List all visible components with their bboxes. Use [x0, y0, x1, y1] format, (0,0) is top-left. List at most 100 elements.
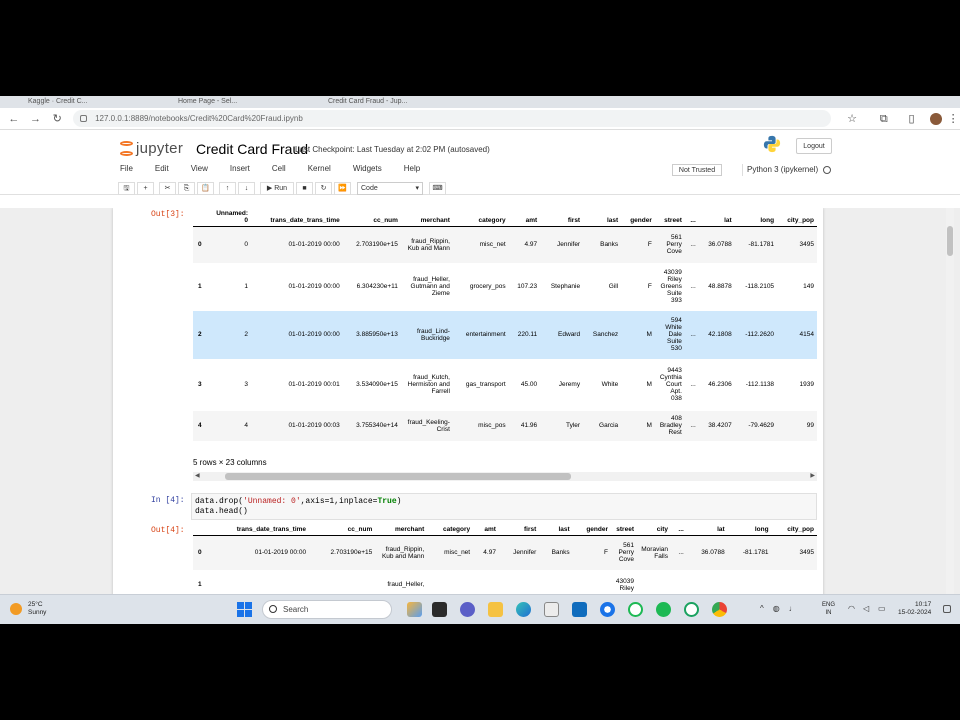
menu-icon[interactable]: ⋮ — [946, 112, 960, 126]
tray-app-icon[interactable]: ◍ — [773, 604, 780, 613]
store-app-icon[interactable] — [544, 602, 559, 617]
command-palette-button[interactable]: ⌨ — [429, 181, 446, 195]
menu-edit[interactable]: Edit — [155, 162, 169, 176]
language-indicator[interactable]: ENG IN — [822, 601, 835, 617]
menu-view[interactable]: View — [191, 162, 208, 176]
paste-cell-button[interactable]: 📋 — [197, 181, 214, 195]
move-down-button[interactable]: ↓ — [238, 181, 255, 195]
horizontal-scrollbar[interactable]: ◀ ▶ — [193, 472, 817, 481]
cell-type-select[interactable]: Code — [357, 181, 423, 195]
column-header: long — [734, 208, 778, 227]
notebook-page: Out[3]: Unnamed: 0 trans_date_trans_time… — [113, 208, 823, 621]
column-header: trans_date_trans_time — [251, 208, 343, 227]
menu-insert[interactable]: Insert — [230, 162, 250, 176]
notification-icon[interactable] — [943, 605, 951, 613]
notebook-title[interactable]: Credit Card Fraud — [196, 141, 308, 157]
python-logo-icon — [763, 135, 781, 153]
table-row: 3 3 01-01-2019 00:01 3.534090e+15 fraud_Kut… — [198, 367, 814, 402]
battery-icon[interactable]: ▭ — [878, 604, 886, 613]
scroll-left-icon[interactable]: ◀ — [195, 472, 200, 481]
table-header-row: trans_date_trans_time cc_num merchant ca… — [193, 524, 817, 536]
menu-file[interactable]: File — [120, 162, 133, 176]
edge-browser-icon[interactable] — [516, 602, 531, 617]
notebook-area[interactable]: Out[3]: Unnamed: 0 trans_date_trans_time… — [0, 208, 960, 621]
vertical-scrollbar[interactable] — [946, 208, 954, 621]
app-icon[interactable] — [600, 602, 615, 617]
copy-cell-button[interactable]: ⎘ — [178, 181, 195, 195]
browser-window: Kaggle · Credit C... Home Page - Sel... … — [0, 96, 960, 621]
forward-icon[interactable]: → — [28, 111, 44, 127]
weather-widget[interactable]: 25°C Sunny — [10, 601, 46, 617]
spotify-icon[interactable] — [656, 602, 671, 617]
column-header: city — [637, 524, 671, 536]
column-header: category — [452, 208, 509, 227]
column-header: ... — [671, 524, 687, 536]
code-line-2: data.head() — [195, 507, 248, 516]
reload-icon[interactable]: ↻ — [49, 111, 65, 127]
insert-cell-button[interactable]: + — [137, 181, 154, 195]
save-button[interactable]: 🖫 — [118, 181, 135, 195]
chrome-browser-icon[interactable] — [712, 602, 727, 617]
dataframe-shape-note: 5 rows × 23 columns — [193, 458, 267, 467]
menu-widgets[interactable]: Widgets — [353, 162, 382, 176]
menu-cell[interactable]: Cell — [272, 162, 286, 176]
url-field[interactable]: 127.0.0.1:8889/notebooks/Credit%20Card%2… — [73, 110, 832, 127]
scrollbar-thumb[interactable] — [225, 473, 571, 480]
back-icon[interactable]: ← — [6, 111, 22, 127]
scrollbar-thumb[interactable] — [947, 226, 953, 256]
sidepanel-icon[interactable]: ▯ — [905, 112, 919, 126]
profile-avatar[interactable] — [930, 112, 943, 125]
index-header — [193, 524, 205, 536]
column-header: first — [540, 208, 584, 227]
code-line-1: data.drop('Unnamed: 0',axis=1,inplace=Tr… — [195, 497, 402, 506]
trust-button[interactable]: Not Trusted — [672, 164, 722, 176]
logout-button[interactable]: Logout — [796, 138, 832, 154]
column-header: amt — [508, 208, 541, 227]
search-icon — [269, 605, 277, 613]
table-row: 0 0 01-01-2019 00:00 2.703190e+15 fraud_Rip… — [193, 226, 817, 263]
kernel-status-icon — [823, 166, 831, 174]
browser-tab-home[interactable]: Home Page - Sel... — [170, 96, 300, 108]
restart-run-all-button[interactable]: ⏩ — [334, 181, 351, 195]
task-view-icon[interactable] — [432, 602, 447, 617]
column-header: ... — [684, 208, 699, 227]
interrupt-kernel-button[interactable]: ■ — [296, 181, 313, 195]
column-header: category — [427, 524, 474, 536]
mail-app-icon[interactable] — [572, 602, 587, 617]
browser-tab-kaggle[interactable]: Kaggle · Credit C... — [20, 96, 150, 108]
code-cell-input[interactable]: data.drop('Unnamed: 0',axis=1,inplace=Tr… — [191, 493, 817, 520]
wifi-icon[interactable]: ◠ — [848, 604, 855, 613]
jupyter-header: jupyter Credit Card Fraud Last Checkpoin… — [0, 130, 960, 195]
restart-kernel-button[interactable]: ↻ — [315, 181, 332, 195]
menu-kernel[interactable]: Kernel — [308, 162, 331, 176]
move-up-button[interactable]: ↑ — [219, 181, 236, 195]
cut-cell-button[interactable]: ✂ — [159, 181, 176, 195]
table-row: 1 1 01-01-2019 00:00 6.304230e+11 fraud_Hel… — [198, 269, 814, 304]
volume-icon[interactable]: ◁ — [863, 604, 869, 613]
jupyter-logo[interactable]: jupyter — [120, 140, 183, 157]
app-icon[interactable] — [628, 602, 643, 617]
checkpoint-status: Last Checkpoint: Last Tuesday at 2:02 PM… — [295, 145, 490, 154]
site-info-icon[interactable] — [80, 115, 88, 122]
chevron-up-icon[interactable]: ^ — [760, 604, 764, 613]
menu-help[interactable]: Help — [404, 162, 420, 176]
column-header: city_pop — [777, 208, 817, 227]
widgets-app-icon[interactable] — [407, 602, 422, 617]
out4-prompt: Out[4]: — [151, 526, 185, 535]
app-icon[interactable] — [684, 602, 699, 617]
browser-tab-notebook[interactable]: Credit Card Fraud - Jup... — [320, 96, 480, 108]
windows-start-icon[interactable] — [237, 602, 252, 617]
system-tray: ^ ◍ ♩ — [760, 604, 806, 613]
run-button[interactable]: ▶ Run — [260, 181, 294, 195]
chat-app-icon[interactable] — [460, 602, 475, 617]
column-header: street — [654, 208, 685, 227]
microphone-icon[interactable]: ♩ — [789, 604, 797, 613]
star-icon[interactable]: ☆ — [845, 112, 859, 126]
scroll-right-icon[interactable]: ▶ — [810, 472, 815, 481]
file-explorer-icon[interactable] — [488, 602, 503, 617]
table-row: 0 01-01-2019 00:00 2.703190e+15 fraud_Ripp… — [193, 535, 817, 570]
column-header: amt — [473, 524, 499, 536]
taskbar-search-input[interactable]: Search — [262, 600, 392, 619]
extensions-icon[interactable]: ⧉ — [877, 112, 891, 126]
taskbar-clock[interactable]: 10:17 15-02-2024 — [898, 601, 931, 617]
